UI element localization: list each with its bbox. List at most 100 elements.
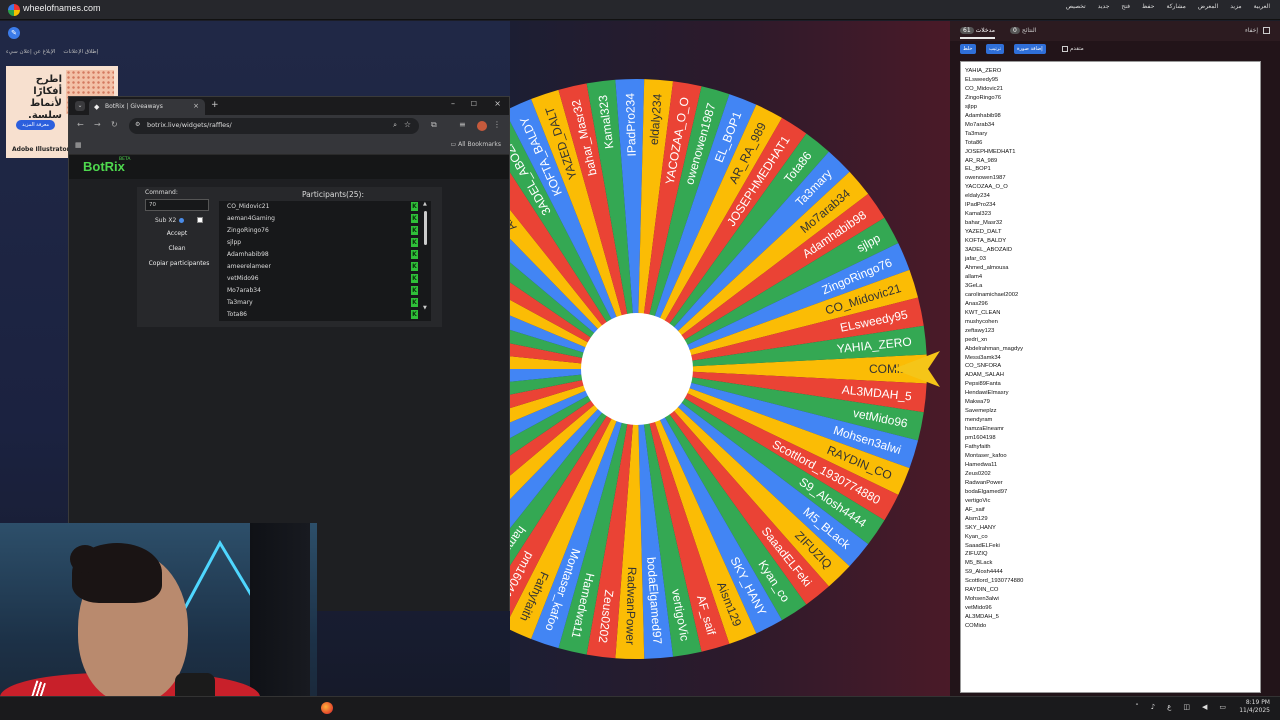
tray-language[interactable]: ع: [1167, 703, 1171, 711]
menu-language[interactable]: العربية: [1254, 3, 1270, 10]
entry-line: Savemeplzz: [965, 408, 997, 415]
wheel-of-names[interactable]: COMidoAL3MDAH_5vetMido96Mohsen3alwiRAYDI…: [510, 21, 950, 696]
entries-textarea[interactable]: YAHIA_ZERO ELsweedy95 CO_Midovic21 ZingoRin…: [960, 61, 1261, 693]
participant-name: Mo7arab34: [227, 287, 261, 294]
participant-name: Adamhabib98: [227, 251, 269, 258]
menu-save[interactable]: حفظ: [1142, 3, 1154, 10]
participant-row: Adamhabib98 K: [219, 249, 424, 261]
kick-badge-icon[interactable]: K: [411, 214, 418, 223]
entry-line: Anas296: [965, 300, 988, 307]
ad-cta-button[interactable]: معرفة المزيد: [16, 120, 56, 130]
entry-line: hamzaElneamr: [965, 426, 1004, 433]
kick-badge-icon[interactable]: K: [411, 202, 418, 211]
sub-x2-checkbox[interactable]: [197, 217, 203, 223]
tab-close-icon[interactable]: ×: [193, 102, 199, 110]
tab-results-label: النتائج: [1021, 27, 1037, 34]
all-bookmarks-folder[interactable]: ▭ All Bookmarks: [451, 141, 501, 148]
participant-row: CO_Midovic21 K: [219, 201, 424, 213]
participant-name: Ta3mary: [227, 299, 253, 306]
wheel-center-button[interactable]: [581, 313, 693, 425]
hide-label: إخفاء: [1244, 27, 1258, 34]
profile-avatar[interactable]: [477, 121, 487, 131]
minimize-icon[interactable]: –: [451, 99, 455, 108]
kick-badge-icon[interactable]: K: [411, 262, 418, 271]
entry-line: RAYDIN_CO: [965, 587, 999, 594]
bookmark-star-icon[interactable]: ☆: [404, 120, 411, 129]
kick-badge-icon[interactable]: K: [411, 238, 418, 247]
sort-button[interactable]: ترتيب: [986, 44, 1004, 54]
kick-badge-icon[interactable]: K: [411, 250, 418, 259]
entry-line: SaaadELFeki: [965, 542, 1000, 549]
kick-badge-icon[interactable]: K: [411, 310, 418, 319]
entry-line: 3GeLa: [965, 282, 983, 289]
menu-customize[interactable]: تخصيص: [1066, 3, 1086, 10]
command-label: Command:: [145, 189, 178, 196]
shuffle-button[interactable]: خلط: [960, 44, 976, 54]
entry-line: YACOZAA_O_O: [965, 184, 1008, 191]
participants-list[interactable]: CO_Midovic21 K aeman4Gaming K ZingoRingo76…: [219, 201, 431, 321]
clock-time: 8:19 PM: [1245, 699, 1270, 706]
scroll-up-icon[interactable]: ▲: [423, 201, 427, 207]
add-image-button[interactable]: إضافة صورة: [1014, 44, 1046, 54]
kick-badge-icon[interactable]: K: [411, 226, 418, 235]
hide-checkbox[interactable]: [1263, 27, 1270, 34]
advanced-checkbox[interactable]: [1062, 46, 1068, 52]
menu-open[interactable]: فتح: [1121, 3, 1130, 10]
apps-grid-icon[interactable]: ▦: [75, 141, 82, 149]
ad-close-link[interactable]: إطلاق الإعلانات: [63, 49, 98, 55]
url-text[interactable]: botrix.live/widgets/raffles/: [147, 121, 232, 129]
kick-badge-icon[interactable]: K: [411, 286, 418, 295]
botrix-header: BotRix BETA: [69, 155, 509, 179]
entry-line: 3ADEL_ABOZAID: [965, 247, 1013, 254]
system-tray: ˄ ♪ ع ◫ ◀ ▭: [1135, 703, 1226, 711]
ad-brand: Adobe Illustrator: [12, 146, 70, 153]
kick-badge-icon[interactable]: K: [411, 274, 418, 283]
participants-scrollbar[interactable]: ▲ ▼: [423, 201, 429, 315]
clean-button[interactable]: Clean: [145, 243, 209, 255]
firefox-icon[interactable]: [321, 702, 333, 714]
top-menu: العربية مزيد المعرض مشاركة حفظ فتح جديد …: [1066, 3, 1270, 10]
site-info-icon[interactable]: ⚙: [135, 121, 140, 128]
tray-chevron-icon[interactable]: ˄: [1135, 703, 1139, 711]
bookmarks-bar: ▦ ▭ All Bookmarks: [69, 137, 509, 155]
site-name[interactable]: wheelofnames.com: [23, 3, 101, 13]
new-tab-icon[interactable]: +: [211, 100, 219, 110]
tray-mic-icon[interactable]: ♪: [1151, 703, 1155, 711]
forward-icon[interactable]: →: [94, 120, 101, 129]
entries-panel: 61 مدخلات 0 النتائج إخفاء خلط ترتيب إضافة …: [950, 21, 1280, 696]
zoom-icon[interactable]: ⌕: [393, 121, 397, 130]
clock[interactable]: 8:19 PM 11/4/2025: [1239, 699, 1270, 715]
scroll-thumb[interactable]: [424, 211, 427, 245]
entry-line: YAZED_DALT: [965, 229, 1002, 236]
menu-share[interactable]: مشاركة: [1166, 3, 1185, 10]
browser-menu-icon[interactable]: ⋮: [493, 120, 501, 129]
info-icon: [179, 218, 184, 223]
command-input[interactable]: 70: [145, 199, 209, 211]
menu-new[interactable]: جديد: [1098, 3, 1110, 10]
media-icon[interactable]: ≡: [459, 120, 466, 129]
extensions-icon[interactable]: ⧉: [431, 120, 437, 130]
entry-line: Aism129: [965, 515, 988, 522]
back-icon[interactable]: ←: [77, 120, 84, 129]
ad-report-link[interactable]: الإبلاغ عن إعلان سيء: [6, 49, 55, 55]
copy-participants-button[interactable]: Copiar participantes: [139, 258, 219, 270]
accept-button[interactable]: Accept: [145, 228, 209, 240]
entry-line: vetMido96: [965, 605, 992, 612]
window-close-icon[interactable]: ×: [494, 99, 501, 108]
kick-badge-icon[interactable]: K: [411, 298, 418, 307]
menu-gallery[interactable]: المعرض: [1198, 3, 1218, 10]
maximize-icon[interactable]: ☐: [471, 100, 477, 108]
scroll-down-icon[interactable]: ▼: [423, 305, 427, 311]
browser-tab[interactable]: ◆ BotRix | Giveaways ×: [89, 99, 205, 115]
reload-icon[interactable]: ↻: [111, 120, 118, 129]
site-logo-icon[interactable]: [8, 4, 20, 16]
url-field[interactable]: ⚙ botrix.live/widgets/raffles/ ⌕ ☆: [129, 118, 419, 134]
edit-pencil-icon[interactable]: ✎: [8, 27, 20, 39]
tab-results[interactable]: 0 النتائج: [1010, 27, 1036, 34]
tab-search-icon[interactable]: ⌄: [75, 101, 85, 111]
menu-more[interactable]: مزيد: [1230, 3, 1241, 10]
tab-entries[interactable]: 61 مدخلات: [960, 27, 995, 39]
tray-volume-icon[interactable]: ◀: [1202, 703, 1207, 711]
tray-network-icon[interactable]: ◫: [1183, 703, 1190, 711]
tray-battery-icon[interactable]: ▭: [1219, 703, 1226, 711]
